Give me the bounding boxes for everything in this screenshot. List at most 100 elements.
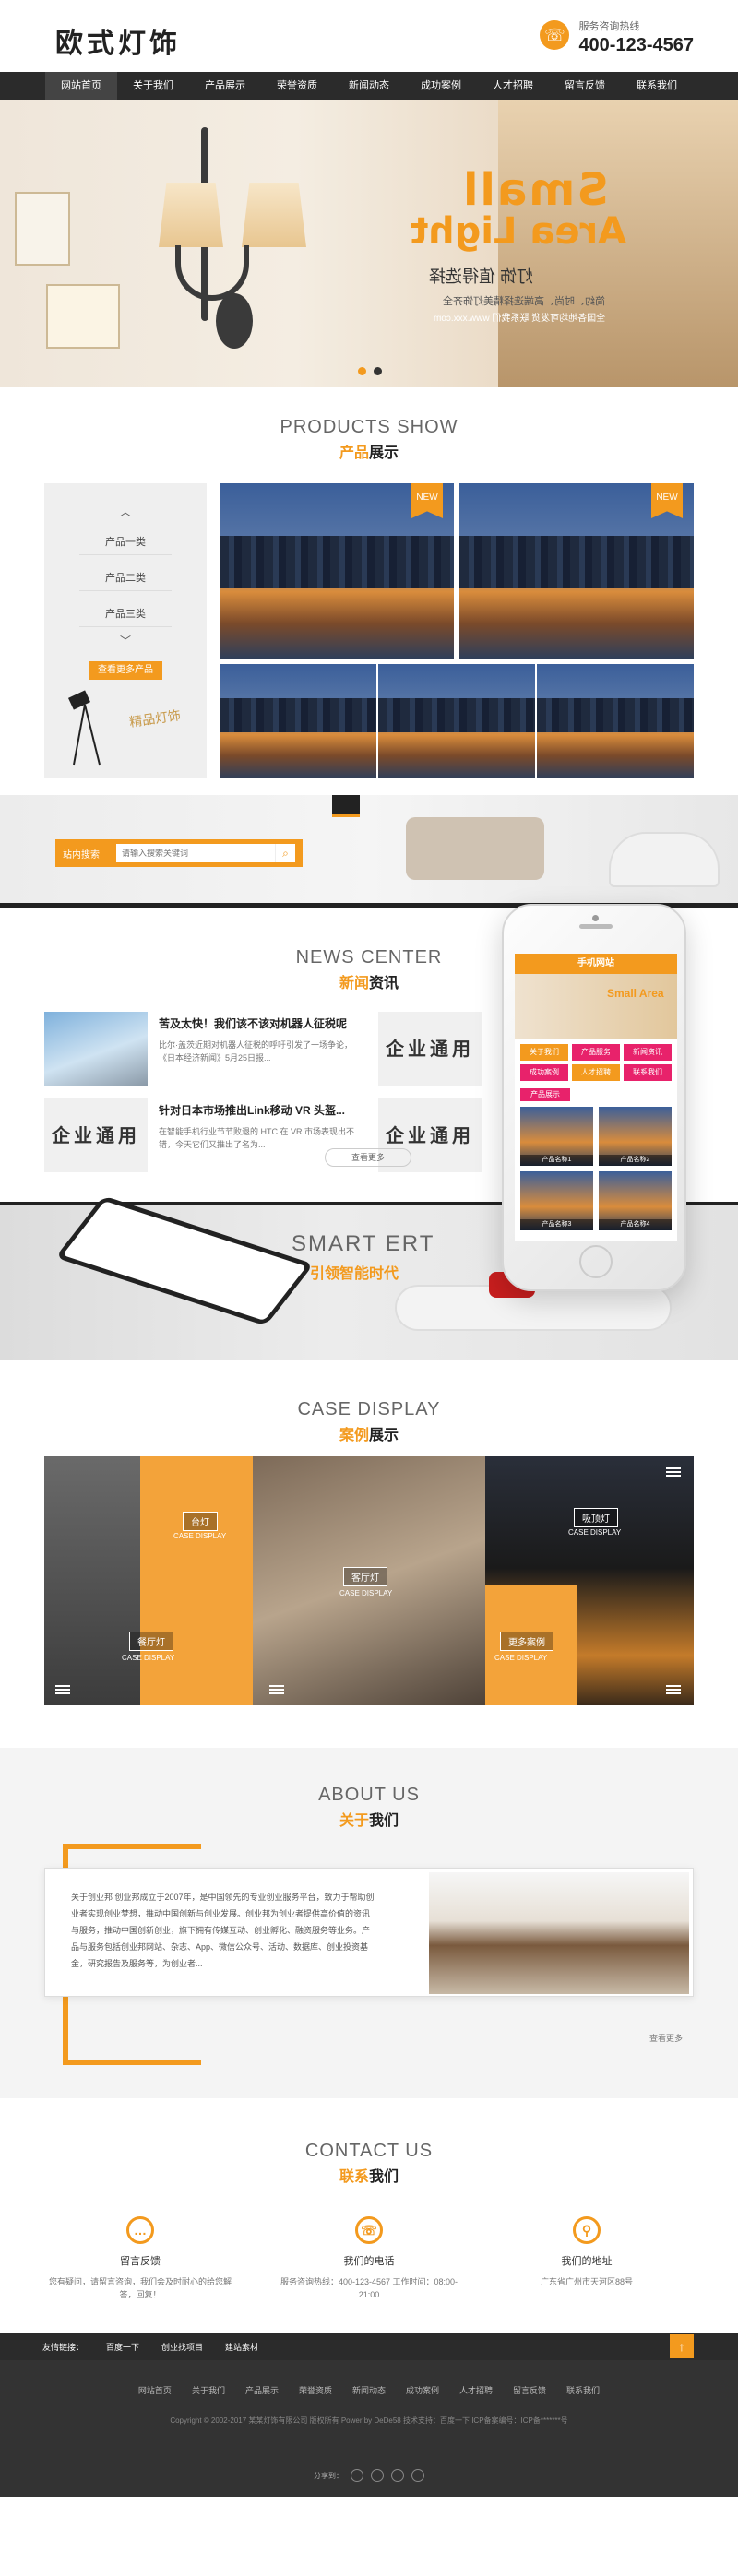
- location-icon: ⚲: [573, 2216, 601, 2244]
- mobile-nav: 关于我们 产品服务 新闻资讯 成功案例 人才招聘 联系我们: [515, 1039, 677, 1086]
- category-item[interactable]: 产品一类: [79, 530, 172, 555]
- phone-home-button: [579, 1245, 613, 1278]
- share-icon[interactable]: [411, 2469, 424, 2482]
- lamp-plate: [216, 293, 253, 349]
- menu-icon[interactable]: [55, 1685, 70, 1694]
- mobile-product[interactable]: 产品名称1: [520, 1107, 593, 1166]
- nav-cases[interactable]: 成功案例: [405, 72, 477, 100]
- about-text: 关于创业邦 创业邦成立于2007年，是中国领先的专业创业服务平台，致力于帮助创业…: [71, 1893, 375, 1968]
- hero-banner[interactable]: Small Area Light 灯饰 值得选择 简约、时尚、高端选择精美灯饰齐…: [0, 100, 738, 387]
- phone-speaker: [579, 924, 613, 929]
- footer-link[interactable]: 产品展示: [245, 2384, 279, 2396]
- contact-desc: 服务咨询热线：400-123-4567 工作时间：08:00-21:00: [280, 2277, 458, 2299]
- chevron-down-icon[interactable]: ﹀: [44, 633, 207, 648]
- share-icon[interactable]: [351, 2469, 363, 2482]
- menu-icon[interactable]: [666, 1467, 681, 1477]
- contact-title: 留言反馈: [120, 2256, 161, 2267]
- mobile-nav-button[interactable]: 人才招聘: [572, 1064, 620, 1081]
- nav-feedback[interactable]: 留言反馈: [549, 72, 621, 100]
- case-card[interactable]: 客厅灯 CASE DISPLAY: [253, 1456, 485, 1705]
- new-badge: NEW: [411, 483, 443, 518]
- friend-link[interactable]: 建站素材: [225, 2341, 258, 2353]
- chevron-up-icon[interactable]: ︿: [44, 504, 207, 519]
- nav-home[interactable]: 网站首页: [45, 72, 117, 100]
- menu-icon[interactable]: [666, 1685, 681, 1694]
- mobile-product[interactable]: 产品名称2: [599, 1107, 672, 1166]
- product-card[interactable]: NEW: [220, 483, 454, 659]
- header: 欧式灯饰 ☏ 服务咨询热线 400-123-4567: [0, 0, 738, 72]
- about-more-link[interactable]: 查看更多: [649, 2032, 683, 2044]
- mobile-product[interactable]: 产品名称3: [520, 1171, 593, 1230]
- footer-link[interactable]: 留言反馈: [513, 2384, 546, 2396]
- mobile-nav-button[interactable]: 成功案例: [520, 1064, 568, 1081]
- mobile-nav-button[interactable]: 关于我们: [520, 1044, 568, 1061]
- section-title-cn: 关于我们: [339, 1813, 399, 1829]
- footer-link[interactable]: 荣誉资质: [299, 2384, 332, 2396]
- product-card[interactable]: NEW: [459, 483, 694, 659]
- contact-section: CONTACT US 联系我们 … 留言反馈 您有疑问，请留言咨询，我们会及时耐…: [0, 2098, 738, 2333]
- section-title: CONTACT US 联系我们: [0, 2141, 738, 2186]
- contact-address[interactable]: ⚲ 我们的地址 广东省广州市天河区88号: [494, 2216, 679, 2288]
- news-more-button[interactable]: 查看更多: [325, 1148, 411, 1167]
- share-icon[interactable]: [371, 2469, 384, 2482]
- mobile-subtitle: 产品展示: [520, 1088, 570, 1101]
- lamp-shade: [159, 183, 223, 247]
- products-section: PRODUCTS SHOW 产品展示 ︿ 产品一类 产品二类 产品三类 ﹀ 查看…: [0, 387, 738, 795]
- news-item[interactable]: 企业通用 针对日本市场推出Link移动 VR 头盔... 在智能手机行业节节败退…: [44, 1098, 362, 1172]
- contact-feedback[interactable]: … 留言反馈 您有疑问，请留言咨询，我们会及时耐心的给您解答，回复！: [48, 2216, 232, 2301]
- menu-icon[interactable]: [269, 1685, 284, 1694]
- footer-link[interactable]: 成功案例: [406, 2384, 439, 2396]
- news-item[interactable]: 苦及太快！我们该不该对机器人征税呢 比尔·盖茨近期对机器人征税的呼吁引发了一场争…: [44, 1012, 362, 1086]
- slide-dot-active[interactable]: [358, 367, 366, 375]
- chair-image: [609, 832, 720, 887]
- section-title-en: PRODUCTS SHOW: [280, 417, 458, 437]
- mobile-nav-button[interactable]: 新闻资讯: [624, 1044, 672, 1061]
- search-input[interactable]: [116, 844, 275, 862]
- footer-link[interactable]: 新闻动态: [352, 2384, 386, 2396]
- news-thumbnail: 企业通用: [378, 1012, 482, 1086]
- phone-screen: 手机网站 Small Area 关于我们 产品服务 新闻资讯 成功案例 人才招聘…: [515, 954, 677, 1241]
- banner-cn-title: 灯饰 值得选择: [429, 267, 534, 286]
- case-card[interactable]: 台灯 CASE DISPLAY 餐厅灯 CASE DISPLAY: [44, 1456, 253, 1705]
- product-card[interactable]: [378, 664, 535, 778]
- contact-title: 我们的地址: [561, 2256, 613, 2267]
- banner-note: 全国各地均可发货 联系我们 www.xxx.com: [434, 314, 606, 324]
- mobile-nav-button[interactable]: 产品服务: [572, 1044, 620, 1061]
- about-image: [429, 1872, 689, 1994]
- news-title[interactable]: 针对日本市场推出Link移动 VR 头盔...: [159, 1102, 362, 1118]
- category-item[interactable]: 产品二类: [79, 566, 172, 591]
- site-logo[interactable]: 欧式灯饰: [55, 20, 181, 61]
- nav-about[interactable]: 关于我们: [117, 72, 189, 100]
- category-item[interactable]: 产品三类: [79, 602, 172, 627]
- footer-link[interactable]: 人才招聘: [459, 2384, 493, 2396]
- nav-honors[interactable]: 荣誉资质: [261, 72, 333, 100]
- nav-products[interactable]: 产品展示: [189, 72, 261, 100]
- share-icon[interactable]: [391, 2469, 404, 2482]
- more-products-button[interactable]: 查看更多产品: [89, 661, 162, 680]
- product-card[interactable]: [537, 664, 694, 778]
- back-to-top-icon[interactable]: ↑: [670, 2334, 694, 2358]
- main-nav: 网站首页 关于我们 产品展示 荣誉资质 新闻动态 成功案例 人才招聘 留言反馈 …: [0, 72, 738, 100]
- news-title[interactable]: 苦及太快！我们该不该对机器人征税呢: [159, 1015, 362, 1031]
- case-card[interactable]: 吸顶灯 CASE DISPLAY 更多案例 CASE DISPLAY: [485, 1456, 694, 1705]
- section-title-cn: 联系我们: [339, 2169, 399, 2185]
- nav-contact[interactable]: 联系我们: [621, 72, 693, 100]
- nav-jobs[interactable]: 人才招聘: [477, 72, 549, 100]
- search-icon[interactable]: ⌕: [275, 844, 295, 862]
- friend-link[interactable]: 百度一下: [106, 2341, 139, 2353]
- section-title-en: ABOUT US: [318, 1785, 420, 1805]
- contact-phone[interactable]: ☏ 我们的电话 服务咨询热线：400-123-4567 工作时间：08:00-2…: [277, 2216, 461, 2301]
- mobile-product[interactable]: 产品名称4: [599, 1171, 672, 1230]
- product-card[interactable]: [220, 664, 376, 778]
- mobile-nav-button[interactable]: 联系我们: [624, 1064, 672, 1081]
- product-grid: NEW NEW: [220, 483, 694, 778]
- phone-mockup: 手机网站 Small Area 关于我们 产品服务 新闻资讯 成功案例 人才招聘…: [502, 904, 686, 1291]
- footer-link[interactable]: 网站首页: [138, 2384, 172, 2396]
- footer-link[interactable]: 联系我们: [566, 2384, 600, 2396]
- friend-link[interactable]: 创业找项目: [161, 2341, 203, 2353]
- hotline-label: 服务咨询热线: [578, 21, 640, 32]
- slide-dot[interactable]: [374, 367, 382, 375]
- nav-news[interactable]: 新闻动态: [333, 72, 405, 100]
- footer-link[interactable]: 关于我们: [192, 2384, 225, 2396]
- section-title-cn: 产品展示: [339, 445, 399, 461]
